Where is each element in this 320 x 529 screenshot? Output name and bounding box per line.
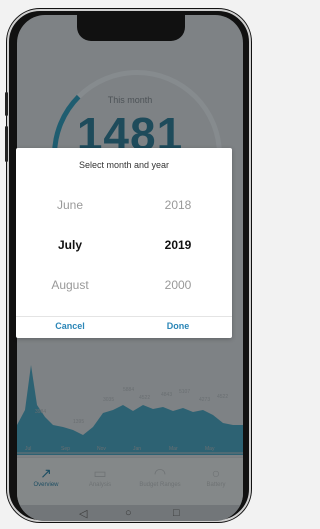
chart-x-tick: Jan (133, 446, 141, 452)
chart-data-label: 4273 (199, 397, 210, 403)
notch (77, 15, 185, 41)
nav-item-overview[interactable]: ↗ Overview (21, 464, 71, 488)
chart-data-label: 5884 (123, 387, 134, 393)
period-label: This month (107, 95, 153, 105)
wifi-icon: ◠ (153, 465, 167, 481)
chart-trend-icon: ↗ (40, 465, 52, 481)
car-icon: ▭ (93, 465, 107, 481)
year-picker-column[interactable]: 2018 2019 2000 (128, 190, 228, 310)
chart-x-tick: Mar (169, 446, 178, 452)
nav-item-label: Analysis (88, 482, 112, 488)
chart-x-tick: Jul (25, 446, 31, 452)
chart-data-label: 3035 (103, 397, 114, 403)
nav-item-label: Battery (206, 482, 226, 488)
year-option[interactable]: 2018 (128, 190, 228, 230)
done-button[interactable]: Done (124, 321, 232, 331)
chart-data-label: 4522 (139, 395, 150, 401)
phone-side-button (5, 92, 8, 116)
chart-data-label: 4522 (217, 394, 228, 400)
month-year-picker-dialog: Select month and year June July August 2… (16, 148, 232, 338)
dialog-actions: Cancel Done (16, 316, 232, 339)
month-option[interactable]: August (20, 270, 120, 310)
chart-data-label: 5107 (179, 389, 190, 395)
nav-item-label: Budget Ranges (139, 482, 181, 488)
usage-area-chart: 3984 1395 3035 5884 4522 4843 5107 4273 … (17, 365, 243, 455)
battery-icon: ○ (211, 465, 221, 481)
bottom-navigation: ↗ Overview ▭ Analysis ◠ Budget Ranges ○ … (17, 457, 243, 506)
back-icon[interactable]: ◁ (79, 507, 87, 520)
system-navigation-bar: ◁ ○ □ (17, 505, 243, 521)
phone-side-button (5, 126, 8, 162)
month-option[interactable]: June (20, 190, 120, 230)
chart-data-label: 3984 (35, 409, 46, 415)
home-icon[interactable]: ○ (125, 507, 132, 519)
dialog-title: Select month and year (78, 160, 170, 170)
nav-item-battery[interactable]: ○ Battery (191, 464, 241, 488)
month-option-selected[interactable]: July (20, 230, 120, 270)
chart-x-tick: May (205, 446, 215, 452)
nav-item-budget-ranges[interactable]: ◠ Budget Ranges (135, 464, 185, 488)
nav-item-label: Overview (33, 482, 59, 488)
cancel-button[interactable]: Cancel (16, 321, 124, 331)
chart-data-label: 4843 (161, 392, 172, 398)
chart-x-tick: Sep (61, 446, 70, 452)
chart-data-label: 1395 (73, 419, 84, 425)
chart-x-tick: Nov (97, 446, 106, 452)
year-option-selected[interactable]: 2019 (128, 230, 228, 270)
nav-item-analysis[interactable]: ▭ Analysis (75, 464, 125, 488)
year-option[interactable]: 2000 (128, 270, 228, 310)
usage-area-series (17, 365, 243, 455)
recents-icon[interactable]: □ (173, 507, 180, 519)
month-picker-column[interactable]: June July August (20, 190, 120, 310)
